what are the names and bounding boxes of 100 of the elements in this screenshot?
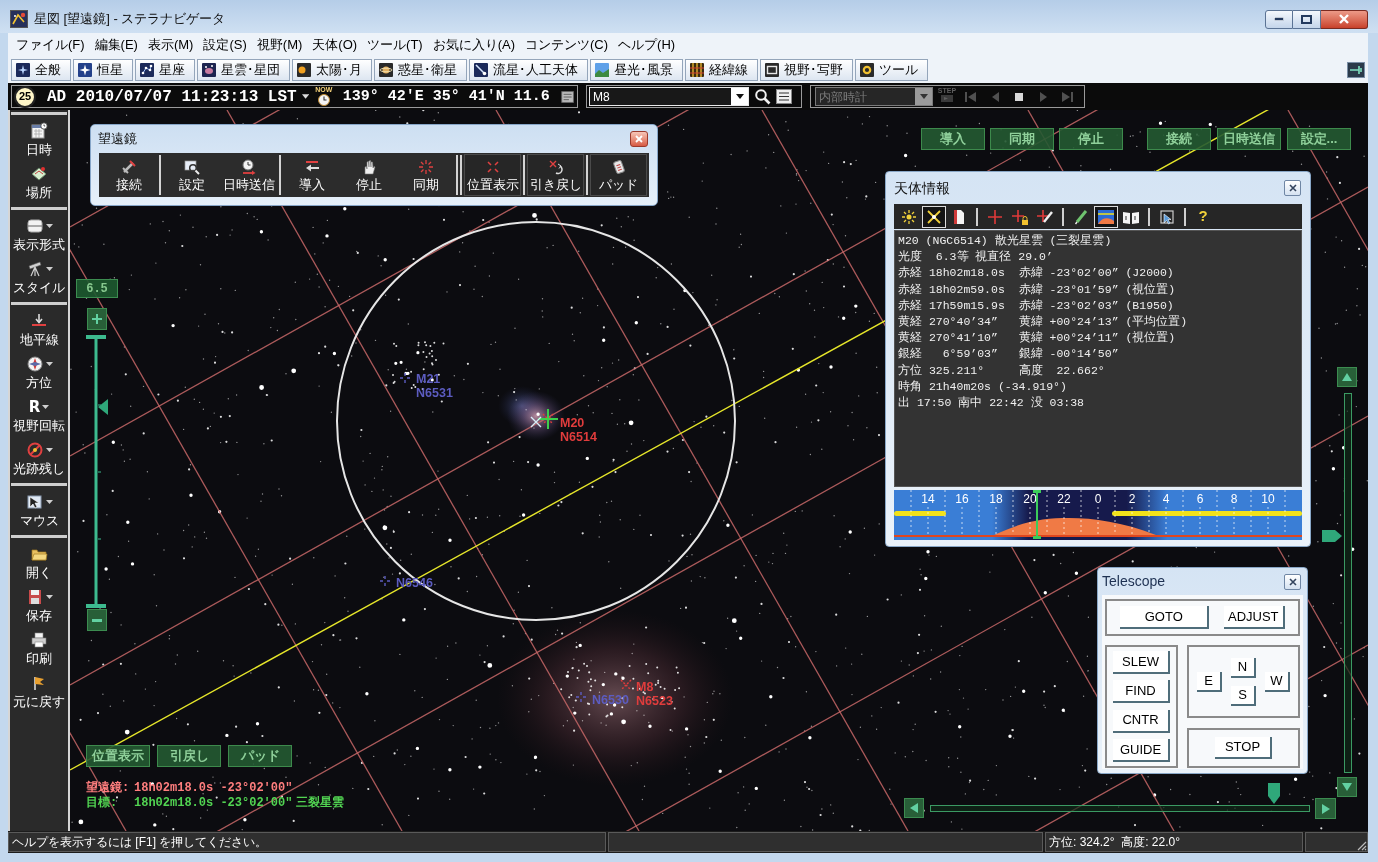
object-search-combo[interactable]: M8 bbox=[589, 87, 749, 106]
vertical-scroll-track[interactable] bbox=[1344, 393, 1352, 773]
quick-action-button[interactable]: 引戻し bbox=[157, 745, 221, 767]
category-tab[interactable]: 経緯線 bbox=[685, 59, 758, 81]
info-toolbar-button[interactable] bbox=[922, 205, 946, 228]
direction-button[interactable]: N bbox=[1231, 657, 1256, 678]
vertical-scroll-thumb[interactable] bbox=[1322, 530, 1342, 542]
category-tab[interactable]: 恒星 bbox=[73, 59, 133, 81]
menu-item[interactable]: 設定(S) bbox=[198, 35, 252, 55]
quick-action-button[interactable]: 停止 bbox=[1059, 128, 1123, 150]
sidebar-button[interactable]: スタイル bbox=[10, 256, 68, 299]
sidebar-button[interactable]: 光跡残し bbox=[10, 437, 68, 480]
telescope-button[interactable]: SLEW bbox=[1113, 651, 1170, 675]
category-tab[interactable]: 太陽･月 bbox=[292, 59, 372, 81]
telescope-button[interactable]: GOTO bbox=[1120, 606, 1210, 629]
skip-to-start-icon[interactable] bbox=[963, 89, 979, 104]
sidebar-button[interactable]: 方位 bbox=[10, 351, 68, 394]
scroll-down-button[interactable] bbox=[1337, 777, 1357, 797]
sidebar-button[interactable]: R 視野回転 bbox=[10, 394, 68, 437]
telescope-button[interactable]: FIND bbox=[1113, 680, 1170, 704]
toolbar-button[interactable]: 設定 bbox=[163, 154, 220, 196]
notepad-icon[interactable] bbox=[559, 88, 575, 105]
dropdown-button[interactable] bbox=[731, 88, 748, 105]
toolbar-button[interactable]: 引き戻し bbox=[527, 154, 584, 196]
quick-action-button[interactable]: 接続 bbox=[1147, 128, 1211, 150]
direction-button[interactable]: S bbox=[1231, 685, 1256, 706]
sidebar-button[interactable]: 印刷 bbox=[10, 627, 68, 670]
toolbar-button[interactable]: パッド bbox=[590, 154, 647, 196]
category-tab[interactable]: 昼光･風景 bbox=[590, 59, 683, 81]
telescope-button[interactable]: ADJUST bbox=[1223, 606, 1285, 629]
horizontal-scroll-track[interactable] bbox=[930, 805, 1310, 812]
menu-item[interactable]: ツール(T) bbox=[362, 35, 428, 55]
horizontal-scroll-thumb[interactable] bbox=[1268, 783, 1280, 804]
direction-button[interactable]: W bbox=[1265, 671, 1290, 692]
telescope-button[interactable]: GUIDE bbox=[1113, 738, 1170, 762]
no-sign-icon bbox=[25, 441, 44, 459]
category-tab[interactable]: 視野･写野 bbox=[760, 59, 853, 81]
toolbar-button[interactable]: 導入 bbox=[283, 154, 340, 196]
info-line: 赤経 18h02m18.0s 赤緯 -23°02’00” (J2000) bbox=[898, 265, 1175, 282]
scroll-left-button[interactable] bbox=[904, 798, 924, 818]
quick-action-button[interactable]: 導入 bbox=[921, 128, 985, 150]
telescope-button[interactable]: CNTR bbox=[1113, 709, 1170, 733]
scroll-right-button[interactable] bbox=[1315, 798, 1336, 819]
category-tab[interactable]: 星雲･星団 bbox=[197, 59, 290, 81]
toolbar-button[interactable]: 日時送信 bbox=[220, 154, 277, 196]
category-tab[interactable]: 全般 bbox=[11, 59, 71, 81]
sidebar-button[interactable]: 日時 bbox=[10, 118, 68, 161]
zoom-in-button[interactable] bbox=[87, 308, 107, 330]
list-icon[interactable] bbox=[776, 89, 792, 104]
menu-item[interactable]: ファイル(F) bbox=[11, 35, 90, 55]
maximize-button[interactable] bbox=[1293, 9, 1321, 29]
toolbar-button[interactable]: 接続 bbox=[100, 154, 157, 196]
sidebar-button[interactable]: 場所 bbox=[10, 161, 68, 204]
caret-icon[interactable] bbox=[301, 94, 309, 99]
quick-action-button[interactable]: パッド bbox=[228, 745, 292, 767]
direction-button[interactable]: E bbox=[1197, 671, 1222, 692]
scroll-up-button[interactable] bbox=[1337, 367, 1357, 387]
minimize-button[interactable] bbox=[1265, 9, 1293, 29]
quick-action-button[interactable]: 同期 bbox=[990, 128, 1054, 150]
search-icon[interactable] bbox=[754, 88, 771, 105]
category-tab[interactable]: 星座 bbox=[135, 59, 195, 81]
category-tab[interactable]: 惑星･衛星 bbox=[374, 59, 467, 81]
info-line: 黄経 270°41’10” 黄緯 +00°24’11” (視位置) bbox=[898, 330, 1177, 347]
close-button[interactable] bbox=[1321, 9, 1368, 29]
menu-item[interactable]: 表示(M) bbox=[142, 35, 199, 55]
category-tab[interactable]: 流星･人工天体 bbox=[469, 59, 588, 81]
telescope-button[interactable]: STOP bbox=[1215, 737, 1272, 759]
quick-action-button[interactable]: 位置表示 bbox=[86, 745, 150, 767]
info-toolbar-button[interactable]: ? bbox=[1191, 205, 1215, 228]
dock-icon[interactable] bbox=[1347, 62, 1365, 78]
info-toolbar-button[interactable] bbox=[1094, 205, 1118, 228]
close-button[interactable] bbox=[630, 131, 648, 147]
info-line: 銀経 6°59’03” 銀緯 -00°14’50” bbox=[898, 346, 1120, 363]
menu-item[interactable]: コンテンツ(C) bbox=[520, 35, 614, 55]
sidebar-button[interactable]: 元に戻す bbox=[10, 670, 68, 713]
datetime-display[interactable]: AD 2010/07/07 11:23:13 LST bbox=[47, 86, 297, 107]
menu-item[interactable]: 天体(O) bbox=[307, 35, 363, 55]
sidebar-button[interactable]: 開く bbox=[10, 541, 68, 584]
category-tab[interactable]: ツール bbox=[855, 59, 928, 81]
zoom-out-button[interactable] bbox=[87, 609, 107, 631]
sidebar-button[interactable]: 保存 bbox=[10, 584, 68, 627]
toolbar-button[interactable]: 同期 bbox=[397, 154, 454, 196]
chart-icon bbox=[1097, 207, 1115, 226]
resize-grip-icon[interactable] bbox=[1355, 839, 1367, 851]
sidebar-button[interactable]: 表示形式 bbox=[10, 213, 68, 256]
close-button[interactable] bbox=[1284, 573, 1301, 590]
quick-action-button[interactable]: 日時送信 bbox=[1217, 128, 1281, 150]
toolbar-button[interactable]: 停止 bbox=[340, 154, 397, 196]
close-button[interactable] bbox=[1284, 180, 1301, 196]
sidebar-button[interactable]: 地平線 bbox=[10, 308, 68, 351]
menu-item[interactable]: お気に入り(A) bbox=[427, 35, 521, 55]
menu-item[interactable]: 編集(E) bbox=[89, 35, 143, 55]
location-display[interactable]: 139° 42'E 35° 41'N 11.6 bbox=[342, 86, 550, 107]
toolbar-button[interactable]: 位置表示 bbox=[464, 154, 521, 196]
clock-arrow-icon bbox=[240, 158, 257, 175]
menu-item[interactable]: ヘルプ(H) bbox=[613, 35, 681, 55]
quick-action-button[interactable]: 設定... bbox=[1287, 128, 1351, 150]
menu-item[interactable]: 視野(M) bbox=[251, 35, 308, 55]
sidebar-button[interactable]: マウス bbox=[10, 489, 68, 532]
skip-to-end-icon[interactable] bbox=[1059, 89, 1075, 104]
